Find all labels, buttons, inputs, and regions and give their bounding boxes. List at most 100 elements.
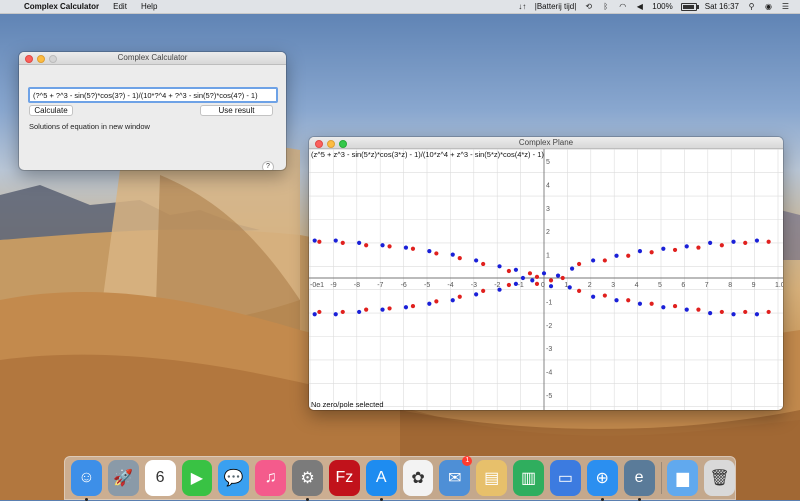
x-tick-label: 0 [541,282,545,289]
x-tick-label: 8 [728,282,732,289]
zero-point [317,239,322,244]
pole-point [312,312,317,317]
minimize-button[interactable] [37,55,45,63]
pole-point [380,243,385,248]
pole-point [513,281,519,286]
photos-glyph: ✿ [411,470,425,487]
launchpad-icon[interactable]: 🚀 [107,460,139,496]
volume-icon[interactable]: ◀ [635,2,644,11]
complex-calculator-glyph: e [634,469,644,486]
bluetooth-icon[interactable]: ᛒ [601,2,610,11]
siri-icon[interactable]: ◉ [764,2,773,11]
preview-icon[interactable]: ▤ [476,460,508,496]
close-button[interactable] [25,55,33,63]
zero-point [560,275,565,281]
downloads-folder-glyph: ▆ [676,470,689,487]
y-tick-label: -3 [546,346,552,353]
calculate-button[interactable]: Calculate [29,105,73,116]
keynote-icon[interactable]: ▭ [549,460,581,496]
x-tick-label: -1 [518,282,524,289]
pole-point [403,245,409,250]
plane-title: Complex Plane [518,138,574,147]
messages-icon[interactable]: 💬 [218,460,250,496]
downloads-folder-icon[interactable]: ▆ [667,460,699,496]
pole-point [754,312,760,317]
y-tick-label: 3 [546,206,550,213]
notification-center-icon[interactable]: ☰ [781,2,790,11]
pole-point [403,305,409,310]
expression-input[interactable] [28,87,278,103]
zero-point [577,261,582,267]
dock-separator [660,462,662,494]
minimize-button[interactable] [327,140,335,148]
zero-point [548,278,554,283]
pole-point [637,248,643,254]
pole-point [731,312,736,317]
x-tick-label: -5 [424,282,430,289]
battery-time-label[interactable]: |Batterij tijd| [535,2,577,11]
zoom-button[interactable] [339,140,347,148]
app-menu[interactable]: Complex Calculator [24,2,99,11]
help-button[interactable]: ? [262,161,274,170]
pole-point [569,266,575,271]
finder-icon[interactable]: ☺ [71,460,102,501]
zero-point [457,256,462,261]
battery-icon[interactable] [680,2,699,11]
numbers-icon[interactable]: ▥ [513,460,544,496]
zero-point [626,253,631,258]
spotlight-search-icon[interactable]: ⚲ [747,2,756,11]
x-tick-label: 2 [588,282,592,289]
pole-point [754,238,760,243]
calendar-icon[interactable]: 6 [144,460,176,496]
system-preferences-icon[interactable]: ⚙ [292,460,323,501]
photos-icon[interactable]: ✿ [402,460,434,496]
y-tick-label: -5 [546,393,552,400]
pole-point [312,238,317,243]
filezilla-icon[interactable]: Fz [328,460,360,496]
y-tick-label: -2 [546,323,552,330]
zero-point [766,309,771,315]
pole-point [450,298,455,303]
plot-expression: (z^5 + z^3 - sin(5*z)*cos(3*z) - 1)/(10*… [311,150,544,159]
app-store-icon[interactable]: A [365,460,397,501]
menu-edit[interactable]: Edit [113,2,127,11]
transfer-arrows-icon[interactable]: ↓↑ [518,2,527,11]
zero-point [506,268,511,274]
complex-plane-plot[interactable]: -0e1 -9 -8 -7 -6 -5 -4 -3 -2 -1 0 1 2 3 4 5 6 7 8 9 1.0 5 4 3 2 1… [309,149,783,410]
zero-point [340,309,345,315]
pole-point [333,312,338,317]
complex-calculator-icon[interactable]: e [623,460,655,501]
safari-glyph: ⊕ [595,470,609,487]
facetime-icon[interactable]: ▶ [181,460,213,496]
clock[interactable]: Sat 16:37 [705,2,739,11]
pole-point [684,307,689,312]
finder-glyph: ☺ [78,469,95,486]
trash-icon[interactable]: 🗑 [704,460,736,496]
zero-point [743,309,748,315]
zero-point [719,243,724,248]
zero-point [743,240,748,245]
plane-titlebar[interactable]: Complex Plane [309,137,783,149]
itunes-icon[interactable]: ♫ [255,460,287,496]
trash-glyph: 🗑 [709,470,730,487]
pole-point [333,238,338,243]
use-result-button[interactable]: Use result [200,105,273,116]
zero-point [626,298,631,303]
wifi-icon[interactable]: ◠ [618,2,627,11]
plot-svg[interactable]: -0e1 -9 -8 -7 -6 -5 -4 -3 -2 -1 0 1 2 3 4 5 6 7 8 9 1.054321… [309,149,783,410]
pole-point [591,258,596,263]
zero-point [696,307,701,312]
time-machine-icon[interactable]: ⟲ [584,2,593,11]
menu-help[interactable]: Help [141,2,157,11]
y-tick-label: -4 [546,370,552,377]
zero-point [434,299,439,304]
calculator-titlebar[interactable]: Complex Calculator [19,52,286,65]
facetime-glyph: ▶ [190,470,204,487]
safari-icon[interactable]: ⊕ [586,460,618,501]
zero-point [481,288,486,293]
mail-icon[interactable]: ✉ 1 [439,456,473,496]
pole-point [530,278,535,283]
battery-percent[interactable]: 100% [652,2,672,11]
close-button[interactable] [315,140,323,148]
x-tick-label: 6 [681,282,685,289]
